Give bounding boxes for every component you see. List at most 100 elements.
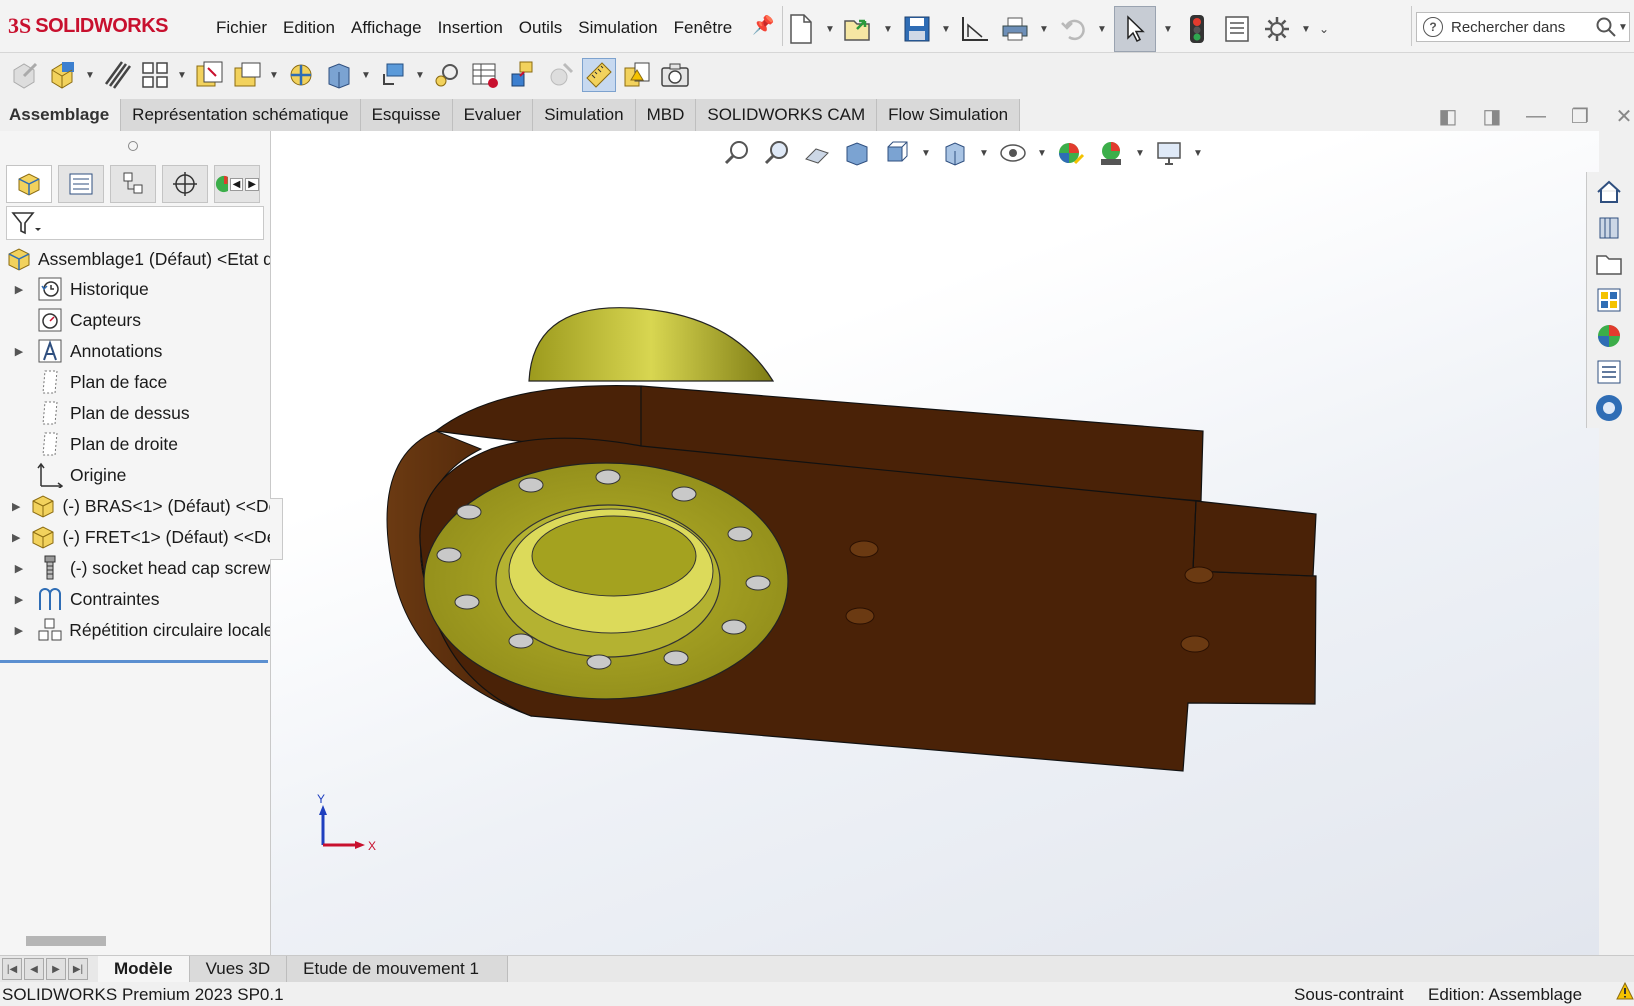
- chevron-down-icon[interactable]: ▼: [1192, 148, 1204, 159]
- chevron-down-icon[interactable]: ▼: [940, 24, 952, 35]
- solidworks-forum-icon[interactable]: [1591, 392, 1627, 424]
- tab-flow-simulation[interactable]: Flow Simulation: [877, 99, 1021, 131]
- search-input[interactable]: Rechercher dans: [1451, 19, 1595, 36]
- tree-item-fret[interactable]: ▶ (-) FRET<1> (Défaut) <<Défaut>_Etat d'…: [0, 522, 270, 552]
- chevron-down-icon[interactable]: ▼: [360, 70, 372, 81]
- tree-filter-box[interactable]: [6, 206, 264, 240]
- drawing-icon[interactable]: [958, 12, 992, 46]
- chevron-down-icon[interactable]: ▼: [268, 70, 280, 81]
- horizontal-scrollbar[interactable]: [26, 936, 106, 946]
- chevron-down-icon[interactable]: ▼: [920, 148, 932, 159]
- scroll-tabs-left-icon[interactable]: ◀: [229, 177, 244, 191]
- chevron-down-icon[interactable]: ▼: [1162, 24, 1174, 35]
- undo-icon[interactable]: [1056, 12, 1090, 46]
- previous-tab-icon[interactable]: ◀: [24, 958, 44, 980]
- previous-view-icon[interactable]: [800, 136, 834, 170]
- display-manager-tab-icon[interactable]: ◀ ▶: [214, 165, 260, 203]
- exploded-view-icon[interactable]: [506, 58, 540, 92]
- chevron-down-icon[interactable]: ▼: [1134, 148, 1146, 159]
- view-settings-monitor-icon[interactable]: [1152, 136, 1186, 170]
- feature-manager-tab-icon[interactable]: [6, 165, 52, 203]
- instant3d-icon[interactable]: [544, 58, 578, 92]
- tab-representation-schematique[interactable]: Représentation schématique: [121, 99, 361, 131]
- panel-splitter-handle[interactable]: [128, 141, 138, 151]
- section-view-icon[interactable]: [840, 136, 874, 170]
- last-tab-icon[interactable]: ▶|: [68, 958, 88, 980]
- pin-menu-icon[interactable]: 📌: [752, 15, 774, 36]
- chevron-down-icon[interactable]: ▼: [1096, 24, 1108, 35]
- zoom-to-fit-icon[interactable]: [720, 136, 754, 170]
- warning-icon[interactable]: [1616, 981, 1634, 1005]
- chevron-down-icon[interactable]: ▼: [84, 70, 96, 81]
- close-icon[interactable]: ✕: [1612, 104, 1634, 129]
- tree-item-historique[interactable]: ▶ Historique: [0, 274, 270, 304]
- chevron-down-icon[interactable]: ▼: [978, 148, 990, 159]
- search-icon[interactable]: [1595, 16, 1617, 38]
- tab-evaluer[interactable]: Evaluer: [452, 99, 534, 131]
- chevron-down-icon[interactable]: ▼: [1036, 148, 1048, 159]
- menu-outils[interactable]: Outils: [511, 14, 570, 42]
- save-icon[interactable]: [900, 12, 934, 46]
- search-box[interactable]: ? Rechercher dans ▼: [1416, 12, 1630, 42]
- tree-item-origine[interactable]: Origine: [0, 460, 270, 490]
- menu-fenetre[interactable]: Fenêtre: [666, 14, 741, 42]
- graphics-area[interactable]: Y X: [271, 131, 1599, 957]
- rollback-bar[interactable]: [0, 660, 268, 663]
- tree-item-bras[interactable]: ▶ (-) BRAS<1> (Défaut) <<Défaut>_Etat d'…: [0, 491, 270, 521]
- file-properties-icon[interactable]: [1220, 12, 1254, 46]
- tab-vues-3d[interactable]: Vues 3D: [189, 956, 288, 982]
- menu-affichage[interactable]: Affichage: [343, 14, 430, 42]
- menu-edition[interactable]: Edition: [275, 14, 343, 42]
- select-cursor-icon[interactable]: [1114, 6, 1156, 52]
- linear-pattern-icon[interactable]: [192, 58, 226, 92]
- property-manager-tab-icon[interactable]: [58, 165, 104, 203]
- tab-assemblage[interactable]: Assemblage: [0, 99, 122, 131]
- filter-icon[interactable]: [9, 208, 43, 240]
- tree-item-annotations[interactable]: ▶ Annotations: [0, 336, 270, 366]
- chevron-down-icon[interactable]: ▼: [1617, 22, 1629, 33]
- tab-simulation[interactable]: Simulation: [533, 99, 636, 131]
- smart-fasteners-icon[interactable]: [230, 58, 264, 92]
- more-chevron-icon[interactable]: ⌄: [1318, 22, 1330, 36]
- expand-arrow-icon[interactable]: ▶: [12, 500, 20, 513]
- tile-left-icon[interactable]: ◧: [1436, 104, 1460, 129]
- appearances-scenes-icon[interactable]: [1591, 320, 1627, 352]
- dimxpert-manager-tab-icon[interactable]: [162, 165, 208, 203]
- expand-arrow-icon[interactable]: ▶: [12, 531, 20, 544]
- minimize-icon[interactable]: —: [1524, 105, 1548, 128]
- assembly-model[interactable]: Y X: [271, 131, 1599, 957]
- chevron-down-icon[interactable]: ▼: [176, 70, 188, 81]
- expand-arrow-icon[interactable]: ▶: [12, 345, 26, 358]
- menu-fichier[interactable]: Fichier: [208, 14, 275, 42]
- tree-item-plan-de-droite[interactable]: Plan de droite: [0, 429, 270, 459]
- interference-detection-icon[interactable]: [620, 58, 654, 92]
- chevron-down-icon[interactable]: ▼: [414, 70, 426, 81]
- expand-arrow-icon[interactable]: ▶: [12, 283, 26, 296]
- print-icon[interactable]: [998, 12, 1032, 46]
- tree-item-contraintes[interactable]: ▶ Contraintes: [0, 584, 270, 614]
- edit-appearance-icon[interactable]: [1054, 136, 1088, 170]
- design-library-icon[interactable]: [1591, 212, 1627, 244]
- view-orientation-icon[interactable]: [880, 136, 914, 170]
- move-component-icon[interactable]: [284, 58, 318, 92]
- tab-modele[interactable]: Modèle: [98, 956, 190, 982]
- file-explorer-icon[interactable]: [1591, 248, 1627, 280]
- configuration-manager-tab-icon[interactable]: [110, 165, 156, 203]
- edit-component-icon[interactable]: [8, 58, 42, 92]
- apply-scene-icon[interactable]: [1094, 136, 1128, 170]
- expand-arrow-icon[interactable]: ▶: [12, 624, 26, 637]
- zoom-to-area-icon[interactable]: [760, 136, 794, 170]
- tab-mbd[interactable]: MBD: [635, 99, 697, 131]
- tree-item-repetition-circulaire[interactable]: ▶ Répétition circulaire locale: [0, 615, 270, 645]
- menu-simulation[interactable]: Simulation: [570, 14, 665, 42]
- snapshot-camera-icon[interactable]: [658, 58, 692, 92]
- new-document-icon[interactable]: [784, 12, 818, 46]
- open-document-icon[interactable]: [842, 12, 876, 46]
- tree-item-socket-head-cap-screw[interactable]: ▶ (-) socket head cap screw: [0, 553, 270, 583]
- component-preview-icon[interactable]: [138, 58, 172, 92]
- custom-properties-icon[interactable]: [1591, 356, 1627, 388]
- measure-icon[interactable]: [582, 58, 616, 92]
- expand-arrow-icon[interactable]: ▶: [12, 593, 26, 606]
- menu-insertion[interactable]: Insertion: [430, 14, 511, 42]
- reference-geometry-icon[interactable]: [430, 58, 464, 92]
